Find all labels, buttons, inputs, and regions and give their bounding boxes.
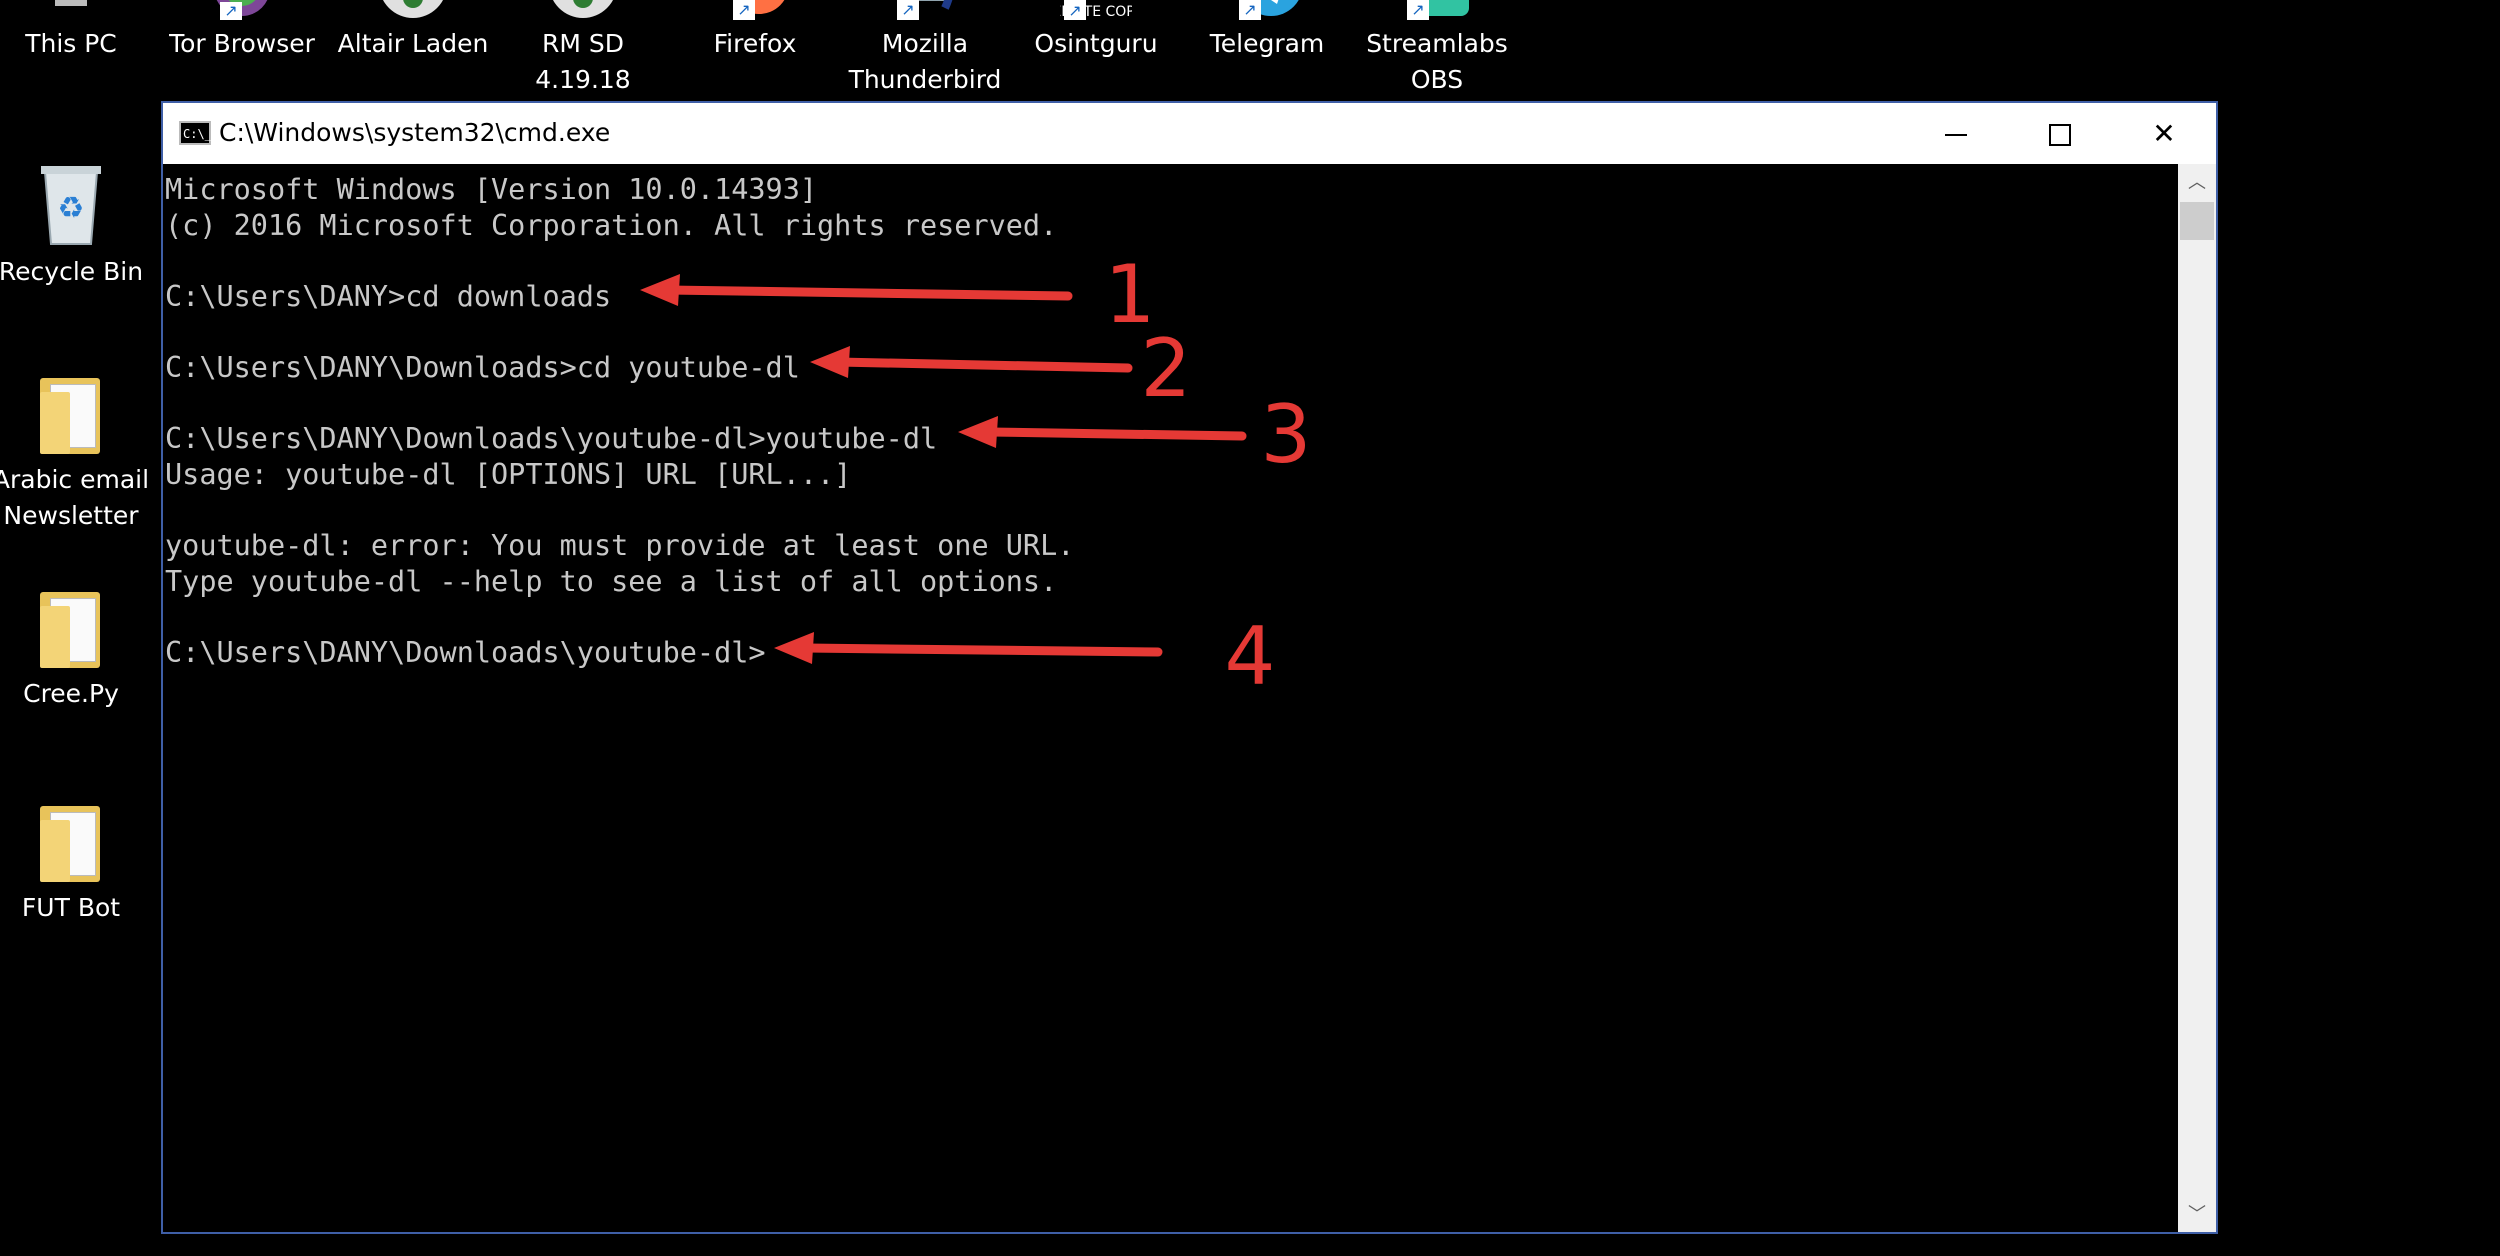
console-line: Microsoft Windows [Version 10.0.14393] [165,173,818,206]
desktop-icon-osintguru[interactable]: WEBSITE COPIER↗ Osintguru [1011,0,1181,98]
desktop-icon-label: Telegram [1209,29,1325,58]
folder-icon [40,806,102,882]
desktop-icon-fut-bot[interactable]: FUT Bot [0,806,156,926]
desktop-icon-label: Cree.Py [23,679,119,708]
console-area[interactable]: Microsoft Windows [Version 10.0.14393] (c… [163,164,2178,1232]
maximize-button[interactable] [2008,103,2112,164]
title-bar[interactable]: C:\_ C:\Windows\system32\cmd.exe ✕ [163,103,2216,164]
close-button[interactable]: ✕ [2112,103,2216,164]
minimize-button[interactable] [1904,103,2008,164]
chevron-down-icon: ﹀ [2188,1204,2206,1224]
desktop-icon-label: Osintguru [1034,29,1158,58]
desktop-icon-label: Firefox [713,29,797,58]
desktop-icon-label: Recycle Bin [0,257,144,286]
desktop-icon-arabic-email-newsletter[interactable]: Arabic email Newsletter [0,378,156,534]
console-line: Usage: youtube-dl [OPTIONS] URL [URL...] [165,457,852,491]
thunderbird-icon: ↗ [889,0,961,20]
console-line: Type youtube-dl --help to see a list of … [165,564,1058,598]
desktop-icon-this-pc[interactable]: This PC [0,0,156,98]
recycle-bin-icon: ♻ [35,158,107,248]
cmd-window[interactable]: C:\_ C:\Windows\system32\cmd.exe ✕ Micro… [161,101,2218,1234]
svg-text:♻: ♻ [58,191,85,226]
console-line: C:\Users\DANY\Downloads\youtube-dl>youtu… [165,422,938,456]
this-pc-icon [35,0,107,20]
desktop-icon-label: RM SD 4.19.18 [535,29,631,94]
svg-text:↗: ↗ [1243,0,1256,19]
telegram-icon: ↗ [1231,0,1303,20]
console-line: youtube-dl: error: You must provide at l… [165,528,1075,562]
desktop-icon-label: Arabic email Newsletter [0,465,150,530]
streamlabs-obs-icon: ↗ [1401,0,1473,20]
minimize-icon [1945,134,1967,136]
console-line: C:\Users\DANY>cd downloads [165,279,612,313]
console-prompt-line: C:\Users\DANY\Downloads\youtube-dl> [165,635,766,669]
desktop-icon-streamlabs-obs[interactable]: ↗ Streamlabs OBS [1352,0,1522,98]
desktop-icon-label: Streamlabs OBS [1366,29,1508,94]
osintguru-icon: WEBSITE COPIER↗ [1039,0,1158,20]
tor-browser-icon: ↗ [206,0,278,20]
desktop-icon-altair-laden[interactable]: Altair Laden [328,0,498,98]
firefox-icon: ↗ [719,0,791,20]
console-output: Microsoft Windows [Version 10.0.14393] (c… [165,172,1074,670]
desktop-icon-label: Tor Browser [169,29,315,58]
console-line: C:\Users\DANY\Downloads>cd youtube-dl [165,350,800,384]
scroll-down-button[interactable]: ﹀ [2178,1196,2216,1232]
svg-text:↗: ↗ [1411,0,1424,19]
vertical-scrollbar[interactable]: ︿ ﹀ [2178,164,2216,1232]
desktop: This PC ↗ Tor Browser Altair Laden RM SD… [0,0,2500,1256]
desktop-icon-rm-sd[interactable]: RM SD 4.19.18 [498,0,668,98]
console-line: (c) 2016 Microsoft Corporation. All righ… [165,208,1058,242]
desktop-icon-label: This PC [25,29,117,58]
desktop-icon-telegram[interactable]: ↗ Telegram [1182,0,1352,98]
close-icon: ✕ [2152,117,2176,150]
svg-text:↗: ↗ [737,0,750,19]
folder-icon [40,592,102,668]
scroll-thumb[interactable] [2180,202,2214,240]
scroll-up-button[interactable]: ︿ [2178,164,2216,200]
folder-icon [40,378,102,454]
svg-text:↗: ↗ [901,0,914,19]
desktop-icon-label: Mozilla Thunderbird [848,29,1002,94]
rm-sd-icon [547,0,619,20]
svg-text:↗: ↗ [1068,1,1081,20]
desktop-icon-firefox[interactable]: ↗ Firefox [670,0,840,98]
chevron-up-icon: ︿ [2188,172,2206,192]
altair-laden-icon [377,0,449,20]
desktop-icon-tor-browser[interactable]: ↗ Tor Browser [157,0,327,98]
cmd-app-icon[interactable]: C:\_ [179,121,212,145]
desktop-icon-recycle-bin[interactable]: ♻ Recycle Bin [0,158,156,290]
window-title: C:\Windows\system32\cmd.exe [219,118,611,147]
maximize-icon [2049,124,2071,146]
desktop-icon-cree-py[interactable]: Cree.Py [0,592,156,712]
desktop-icon-mozilla-thunderbird[interactable]: ↗ Mozilla Thunderbird [840,0,1010,98]
desktop-icon-label: Altair Laden [337,29,489,58]
desktop-icon-label: FUT Bot [21,893,121,922]
svg-text:↗: ↗ [224,1,237,20]
